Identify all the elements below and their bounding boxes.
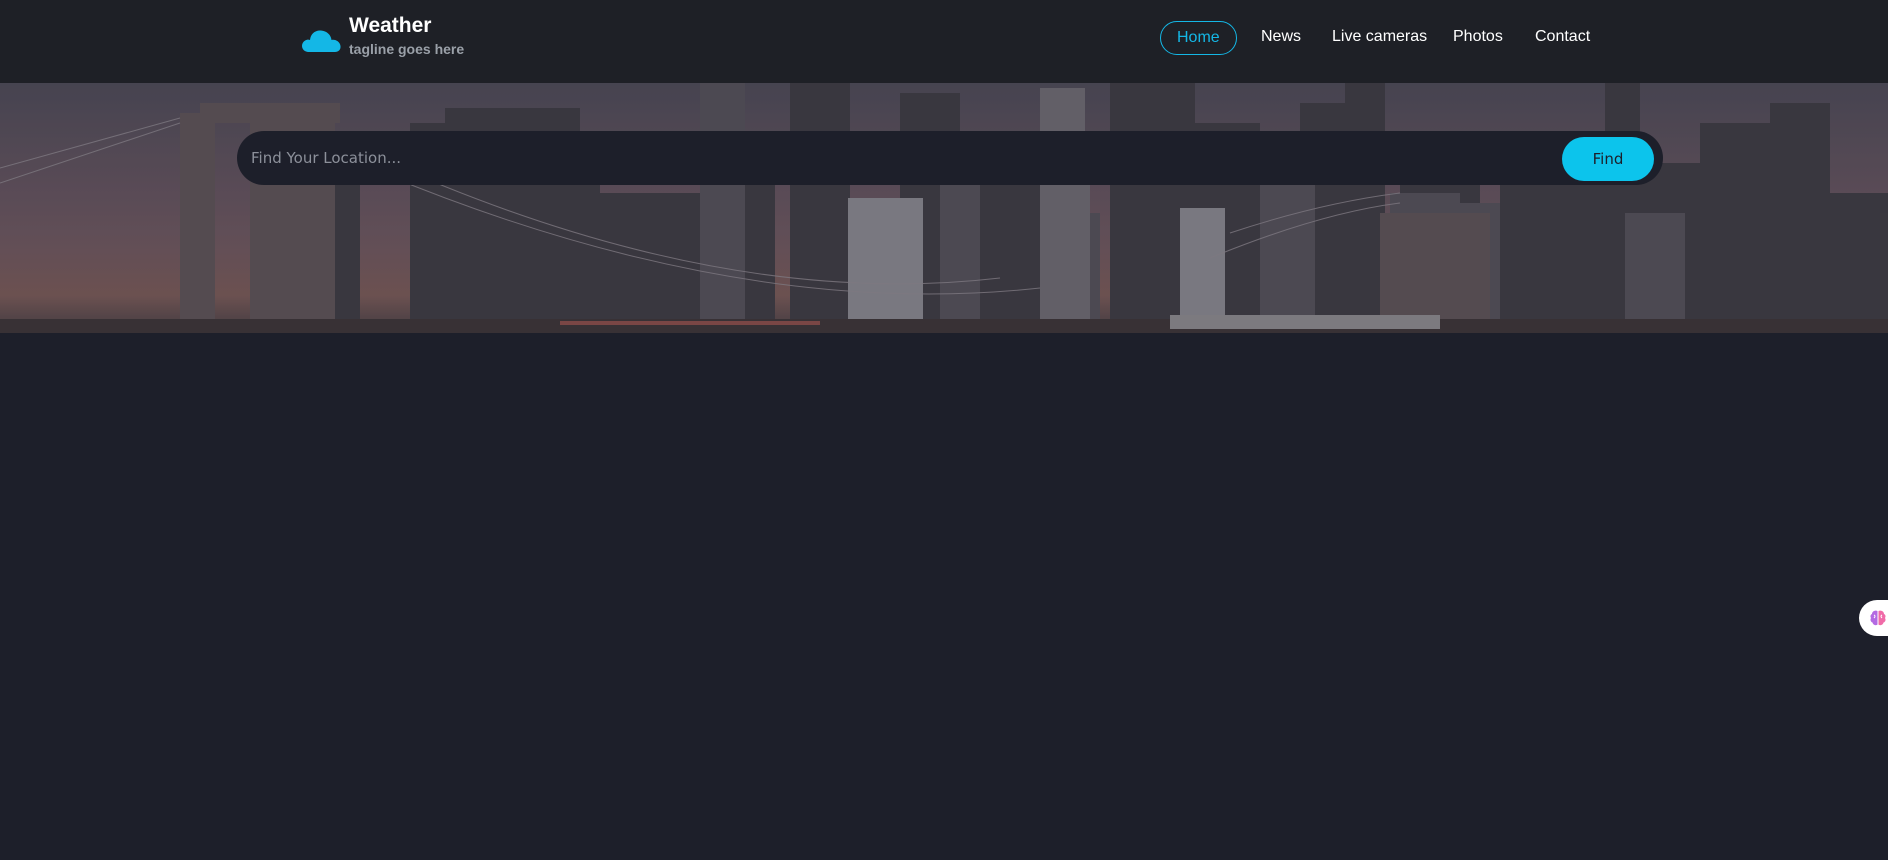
nav-contact[interactable]: Contact	[1535, 21, 1590, 55]
location-search-bar: Find	[237, 131, 1663, 185]
floating-assistant-widget[interactable]	[1859, 600, 1888, 636]
nav-photos[interactable]: Photos	[1453, 21, 1503, 55]
find-button[interactable]: Find	[1562, 137, 1654, 181]
hero-banner	[0, 83, 1888, 333]
nav-live-cameras[interactable]: Live cameras	[1332, 21, 1427, 55]
brain-icon	[1870, 610, 1886, 626]
city-skyline-image	[0, 83, 1888, 333]
nav-home[interactable]: Home	[1160, 21, 1237, 55]
site-header: Weather tagline goes here Home News Live…	[0, 0, 1888, 83]
location-search-input[interactable]	[251, 140, 1551, 176]
nav-news[interactable]: News	[1261, 21, 1301, 55]
main-nav: Home News Live cameras Photos Contact	[0, 21, 1888, 55]
